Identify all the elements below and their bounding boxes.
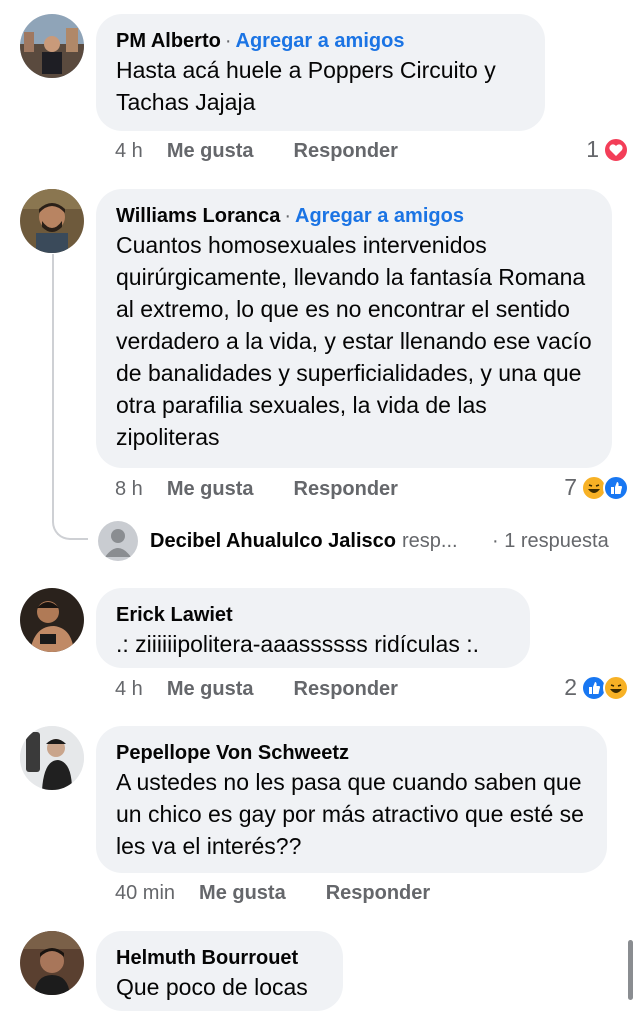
author-name[interactable]: Pepellope Von Schweetz bbox=[116, 742, 349, 764]
reply-snippet: resp... bbox=[402, 529, 458, 552]
separator-dot: · bbox=[224, 30, 232, 52]
comment-bubble[interactable]: Pepellope Von Schweetz A ustedes no les … bbox=[96, 726, 607, 873]
like-button[interactable]: Me gusta bbox=[167, 140, 254, 163]
author-name[interactable]: Helmuth Bourrouet bbox=[116, 947, 298, 969]
reply-button[interactable]: Responder bbox=[326, 882, 430, 905]
reaction-count: 7 bbox=[564, 474, 577, 500]
scrollbar[interactable] bbox=[628, 940, 633, 1000]
comment-text: Hasta acá huele a Poppers Circuito y Tac… bbox=[116, 57, 496, 115]
comment-actions: 4 h Me gusta Responder bbox=[115, 678, 438, 701]
comment-bubble[interactable]: Williams Loranca · Agregar a amigos Cuanto… bbox=[96, 189, 612, 468]
reply-count-link[interactable]: · 1 respuesta bbox=[492, 530, 609, 553]
like-button[interactable]: Me gusta bbox=[167, 478, 254, 501]
add-friend-link[interactable]: Agregar a amigos bbox=[295, 205, 464, 227]
like-button[interactable]: Me gusta bbox=[199, 882, 286, 905]
avatar[interactable] bbox=[20, 726, 84, 790]
reaction-count: 2 bbox=[564, 674, 577, 700]
reaction-count: 1 bbox=[586, 136, 599, 162]
timestamp[interactable]: 4 h bbox=[115, 678, 143, 701]
avatar[interactable] bbox=[20, 931, 84, 995]
timestamp[interactable]: 4 h bbox=[115, 140, 143, 163]
author-name[interactable]: PM Alberto bbox=[116, 30, 221, 52]
comment-bubble[interactable]: PM Alberto · Agregar a amigos Hasta acá hu… bbox=[96, 14, 545, 131]
like-button[interactable]: Me gusta bbox=[167, 678, 254, 701]
comment-bubble[interactable]: Helmuth Bourrouet Que poco de locas bbox=[96, 931, 343, 1011]
avatar[interactable] bbox=[20, 14, 84, 78]
reaction-summary[interactable]: 7 bbox=[564, 474, 629, 501]
reaction-summary[interactable]: 1 bbox=[586, 136, 629, 163]
comment-text: Que poco de locas bbox=[116, 974, 308, 1000]
author-name[interactable]: Erick Lawiet bbox=[116, 604, 233, 626]
love-icon bbox=[603, 136, 629, 163]
comment-text: Cuantos homosexuales intervenidos quirúr… bbox=[116, 232, 592, 450]
reply-button[interactable]: Responder bbox=[294, 140, 398, 163]
thread-connector bbox=[52, 254, 88, 540]
author-name[interactable]: Williams Loranca bbox=[116, 205, 280, 227]
separator-dot: · bbox=[284, 205, 291, 227]
reply-preview[interactable]: Decibel Ahualulco Jalisco resp... · 1 re… bbox=[98, 521, 609, 561]
avatar[interactable] bbox=[20, 588, 84, 652]
timestamp[interactable]: 8 h bbox=[115, 478, 143, 501]
default-avatar-icon bbox=[98, 521, 138, 561]
comment-text: A ustedes no les pasa que cuando saben q… bbox=[116, 769, 584, 859]
comment-actions: 40 min Me gusta Responder bbox=[115, 882, 470, 905]
timestamp[interactable]: 40 min bbox=[115, 882, 175, 905]
comment-actions: 4 h Me gusta Responder bbox=[115, 140, 438, 163]
avatar[interactable] bbox=[20, 189, 84, 253]
reply-button[interactable]: Responder bbox=[294, 678, 398, 701]
reply-author-name[interactable]: Decibel Ahualulco Jalisco bbox=[150, 530, 396, 553]
add-friend-link[interactable]: Agregar a amigos bbox=[236, 30, 405, 52]
comment-actions: 8 h Me gusta Responder bbox=[115, 478, 438, 501]
haha-icon bbox=[603, 674, 629, 701]
comment-bubble[interactable]: Erick Lawiet .: ziiiiiipolitera-aaasssss… bbox=[96, 588, 530, 668]
reaction-summary[interactable]: 2 bbox=[564, 674, 629, 701]
comment-text: .: ziiiiiipolitera-aaassssss ridículas :… bbox=[116, 631, 480, 657]
like-icon bbox=[603, 474, 629, 501]
reply-button[interactable]: Responder bbox=[294, 478, 398, 501]
